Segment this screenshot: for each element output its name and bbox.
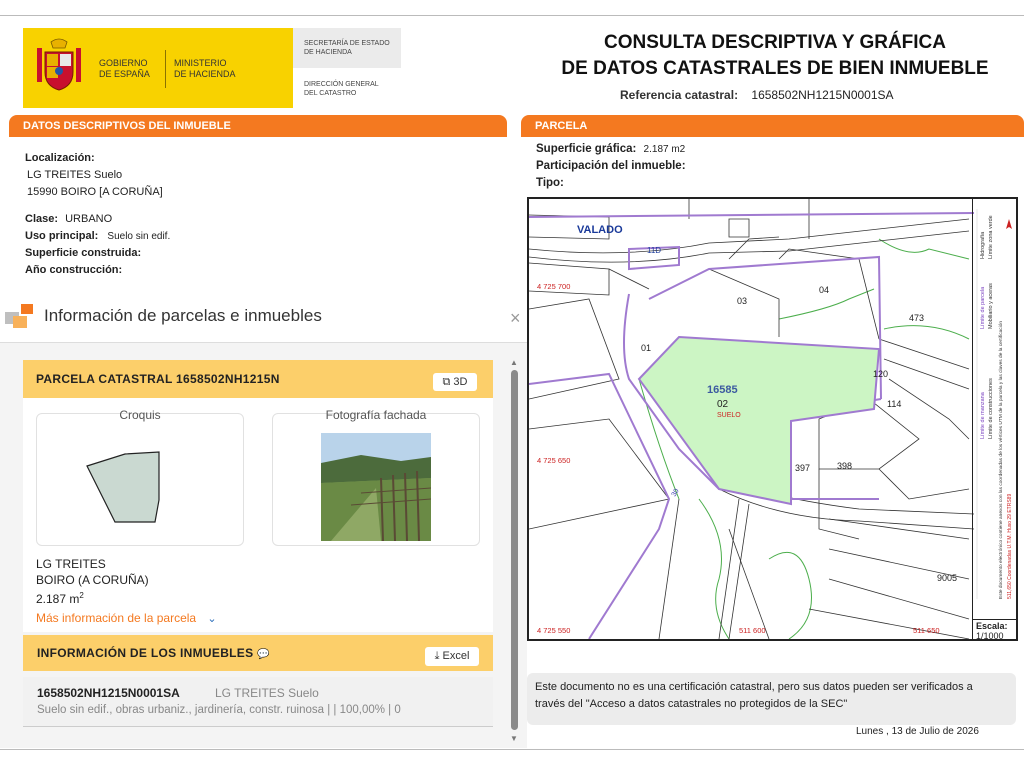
svg-text:30: 30 — [671, 488, 681, 498]
document-title: CONSULTA DESCRIPTIVA Y GRÁFICA DE DATOS … — [561, 32, 989, 79]
superficie-construida-row: Superficie construida: — [25, 247, 142, 259]
parcela-fields: Superficie gráfica: 2.187 m2 Participaci… — [536, 143, 686, 189]
gobierno-text: GOBIERNO DE ESPAÑA — [99, 58, 150, 79]
top-rule — [0, 15, 1024, 16]
anio-row: Año construcción: — [25, 264, 123, 276]
document-date: Lunes , 13 de Julio de 2026 — [856, 726, 979, 737]
svg-text:Mobiliario y aceras: Mobiliario y aceras — [988, 283, 994, 329]
svg-text:Límite de construcciones: Límite de construcciones — [988, 378, 994, 439]
scrollbar-thumb[interactable] — [511, 370, 518, 730]
croquis-shape — [86, 451, 160, 523]
info-panel-icon — [5, 304, 33, 328]
logo-divider — [165, 50, 166, 88]
inmueble-description: Suelo sin edif., obras urbaniz., jardine… — [37, 704, 401, 716]
svg-text:Hidrografía: Hidrografía — [980, 231, 986, 259]
shield-icon — [37, 38, 81, 91]
datos-descriptivos-header: DATOS DESCRIPTIVOS DEL INMUEBLE — [9, 115, 507, 137]
comment-icon: 💬 — [257, 649, 270, 660]
fachada-photo — [321, 433, 431, 541]
svg-text:9005: 9005 — [937, 573, 957, 583]
svg-text:398: 398 — [837, 461, 852, 471]
bottom-rule — [0, 749, 1024, 750]
inmueble-ref: 1658502NH1215N0001SA — [37, 686, 180, 700]
info-panel: Información de parcelas e inmuebles × PA… — [0, 296, 527, 748]
foto-label: Fotografía fachada — [325, 408, 427, 422]
svg-text:114: 114 — [887, 399, 901, 409]
svg-text:397: 397 — [795, 463, 810, 473]
svg-text:11D: 11D — [647, 246, 661, 255]
svg-text:511 650: 511 650 — [913, 626, 940, 635]
parcela-address: LG TREITES BOIRO (A CORUÑA) 2.187 m2 — [36, 557, 149, 606]
scroll-down-arrow[interactable]: ▼ — [510, 734, 518, 743]
download-icon: ⤓ — [434, 650, 440, 662]
svg-text:4 725 700: 4 725 700 — [537, 282, 570, 291]
map-label-16585: 16585 — [707, 384, 738, 396]
cadastral-map[interactable]: VALADO 11D 16585 02 SUELO 03 04 473 01 1… — [527, 197, 1018, 641]
map-legend-drawing: Límite de manzana Límite de parcela Lími… — [976, 209, 1013, 599]
svg-text:Límite de manzana: Límite de manzana — [980, 391, 986, 439]
ministerio-text: MINISTERIO DE HACIENDA — [174, 58, 236, 79]
map-drawing: VALADO 11D 16585 02 SUELO 03 04 473 01 1… — [529, 199, 974, 639]
croquis-thumbnail[interactable]: Croquis — [36, 408, 244, 546]
svg-text:473: 473 — [909, 313, 924, 323]
svg-text:SUELO: SUELO — [717, 412, 741, 419]
escala-box: Escala: 1/1000 — [972, 619, 1018, 641]
parcela-card: PARCELA CATASTRAL 1658502NH1215N ⧉ 3D Cr… — [23, 360, 493, 632]
info-panel-title: Información de parcelas e inmuebles — [44, 306, 322, 325]
svg-text:01: 01 — [641, 343, 651, 353]
inmuebles-header: INFORMACIÓN DE LOS INMUEBLES 💬 ⤓ Excel — [23, 635, 493, 671]
excel-button[interactable]: ⤓ Excel — [425, 647, 479, 666]
inmueble-address: LG TREITES Suelo — [215, 686, 319, 700]
chevron-down-icon: ⌄ — [207, 613, 217, 625]
map-legend: Límite de manzana Límite de parcela Lími… — [972, 199, 1016, 619]
close-icon[interactable]: × — [510, 308, 521, 329]
fotografia-thumbnail[interactable]: Fotografía fachada — [272, 408, 480, 546]
cube-3d-icon: ⧉ — [442, 376, 451, 388]
svg-text:4 725 550: 4 725 550 — [537, 626, 570, 635]
gobierno-logo: GOBIERNO DE ESPAÑA MINISTERIO DE HACIEND… — [23, 28, 293, 108]
svg-text:Límite zona verde: Límite zona verde — [988, 215, 994, 259]
parcela-card-header: PARCELA CATASTRAL 1658502NH1215N ⧉ 3D — [23, 360, 493, 398]
uso-row: Uso principal: Suelo sin edif. — [25, 230, 171, 242]
svg-text:120: 120 — [873, 369, 888, 379]
referencia-catastral: Referencia catastral: 1658502NH1215N0001… — [620, 88, 894, 102]
map-label-valado: VALADO — [577, 224, 623, 236]
scroll-up-arrow[interactable]: ▲ — [510, 358, 518, 367]
view-3d-button[interactable]: ⧉ 3D — [433, 373, 477, 391]
localizacion-block: Localización: LG TREITES Suelo 15990 BOI… — [25, 152, 163, 198]
mas-informacion-link[interactable]: Más información de la parcela ⌄ — [36, 611, 217, 625]
disclaimer-note: Este documento no es una certificación c… — [527, 673, 1016, 725]
inmueble-row[interactable]: 1658502NH1215N0001SA LG TREITES Suelo Su… — [23, 677, 493, 727]
svg-text:4 725 650: 4 725 650 — [537, 456, 570, 465]
svg-text:511 600: 511 600 — [739, 626, 766, 635]
svg-text:Este documento electrónico con: Este documento electrónico contiene anex… — [998, 321, 1004, 599]
svg-text:03: 03 — [737, 296, 747, 306]
direccion-text: DIRECCIÓN GENERAL DEL CATASTRO — [304, 81, 379, 97]
clase-row: Clase: URBANO — [25, 213, 113, 225]
svg-text:02: 02 — [717, 399, 729, 410]
svg-text:511,650 Coordenadas U.T.M. Hus: 511,650 Coordenadas U.T.M. Huso 29 ETRS8… — [1007, 494, 1013, 599]
svg-text:Límite de parcela: Límite de parcela — [980, 286, 986, 329]
secretaria-block: SECRETARÍA DE ESTADO DE HACIENDA — [293, 28, 401, 68]
parcela-card-title: PARCELA CATASTRAL 1658502NH1215N — [36, 372, 280, 386]
parcela-header: PARCELA — [521, 115, 1024, 137]
referencia-value: 1658502NH1215N0001SA — [751, 88, 894, 102]
inmuebles-title: INFORMACIÓN DE LOS INMUEBLES 💬 — [37, 646, 270, 660]
svg-text:04: 04 — [819, 285, 829, 295]
